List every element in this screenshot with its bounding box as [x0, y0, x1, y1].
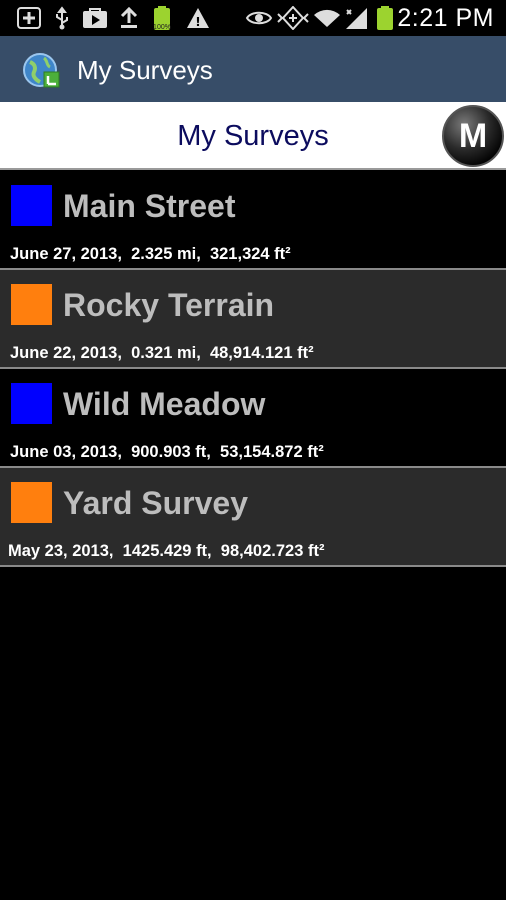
- survey-details: May 23, 2013, 1425.429 ft, 98,402.723 ft…: [8, 542, 325, 560]
- lock-warning-icon: !: [185, 6, 211, 30]
- survey-name: Main Street: [63, 188, 236, 224]
- action-bar-title: My Surveys: [77, 55, 213, 85]
- survey-name: Wild Meadow: [63, 386, 266, 422]
- battery-small-label: 100%: [153, 24, 171, 31]
- header-strip: My Surveys M: [0, 102, 506, 170]
- wifi-icon: [313, 6, 341, 30]
- page-title: My Surveys: [177, 120, 329, 152]
- battery-icon: [375, 6, 395, 30]
- action-bar: My Surveys: [0, 36, 506, 102]
- clock: 2:21 PM: [397, 4, 494, 32]
- survey-details: June 27, 2013, 2.325 mi, 321,324 ft²: [10, 245, 291, 263]
- status-bar: 100% ! 2:21 PM: [0, 0, 506, 36]
- survey-color-swatch: [11, 482, 52, 523]
- signal-icon: [343, 6, 369, 30]
- play-store-icon: [82, 6, 108, 30]
- eye-icon: [245, 6, 273, 30]
- survey-item-wild-meadow[interactable]: Wild Meadow June 03, 2013, 900.903 ft, 5…: [0, 369, 506, 468]
- survey-color-swatch: [11, 383, 52, 424]
- survey-details: June 03, 2013, 900.903 ft, 53,154.872 ft…: [10, 443, 324, 461]
- upload-icon: [118, 6, 140, 30]
- survey-details: June 22, 2013, 0.321 mi, 48,914.121 ft²: [10, 344, 314, 362]
- survey-color-swatch: [11, 185, 52, 226]
- add-notification-icon: [16, 6, 42, 30]
- survey-item-main-street[interactable]: Main Street June 27, 2013, 2.325 mi, 321…: [0, 171, 506, 270]
- survey-name: Rocky Terrain: [63, 287, 275, 323]
- usb-icon: [52, 6, 72, 30]
- m-button-label: M: [458, 117, 488, 155]
- survey-item-yard-survey[interactable]: Yard Survey May 23, 2013, 1425.429 ft, 9…: [0, 468, 506, 567]
- svg-text:!: !: [195, 15, 200, 29]
- nfc-icon: [277, 6, 309, 30]
- survey-item-rocky-terrain[interactable]: Rocky Terrain June 22, 2013, 0.321 mi, 4…: [0, 270, 506, 369]
- globe-app-icon[interactable]: [22, 50, 62, 90]
- survey-color-swatch: [11, 284, 52, 325]
- survey-list: Main Street June 27, 2013, 2.325 mi, 321…: [0, 171, 506, 567]
- m-button[interactable]: M: [442, 105, 504, 167]
- battery-small-icon: 100%: [151, 6, 173, 31]
- survey-name: Yard Survey: [63, 485, 248, 521]
